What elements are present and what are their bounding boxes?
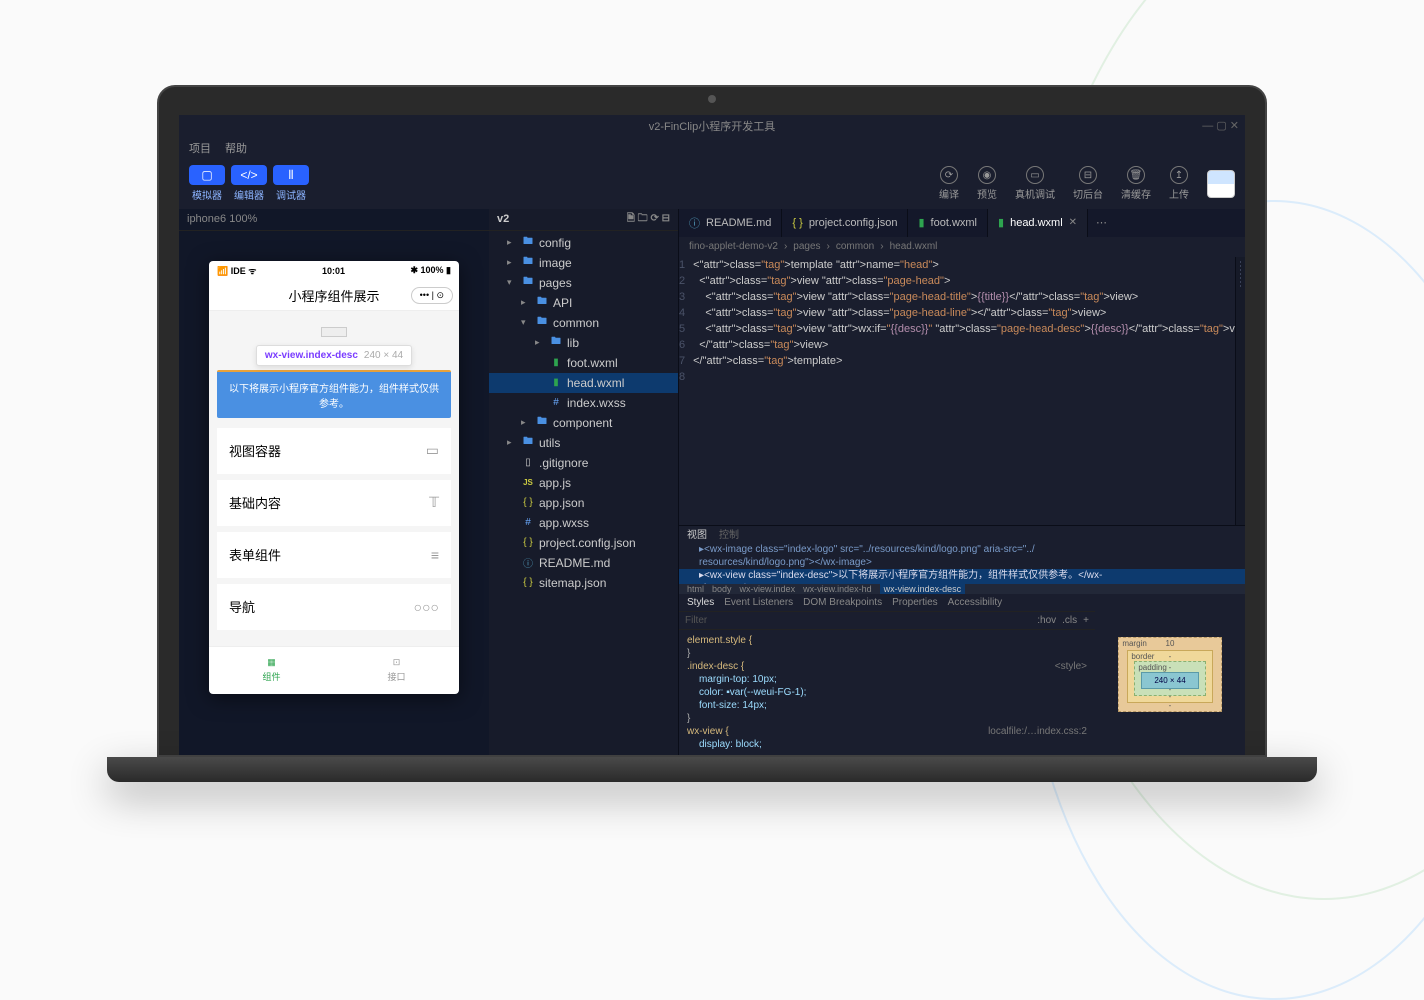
menu-help[interactable]: 帮助 bbox=[225, 140, 247, 156]
dom-breakpoints-tab[interactable]: DOM Breakpoints bbox=[803, 597, 882, 608]
tree-item[interactable]: JSapp.js bbox=[489, 473, 678, 493]
avatar[interactable] bbox=[1207, 170, 1235, 198]
tree-item[interactable]: { }app.json bbox=[489, 493, 678, 513]
toolbar-remote-debug[interactable]: ▭真机调试 bbox=[1015, 166, 1055, 201]
toolbar-editor-btn[interactable]: </>编辑器 bbox=[231, 165, 267, 202]
devtools-tab-console[interactable]: 控制 bbox=[719, 526, 739, 541]
phone-nav-title: 小程序组件展示 bbox=[288, 286, 379, 305]
devtools-panel: 视图 控制 ▸<wx-image class="index-logo" src=… bbox=[679, 525, 1245, 755]
explorer-root: v2 bbox=[497, 213, 509, 225]
tree-item[interactable]: ⓘREADME.md bbox=[489, 553, 678, 573]
menu-item[interactable]: 基础内容𝕋 bbox=[217, 480, 451, 526]
file-explorer: v2 🗎 🗀 ⟳ ⊟ ▸🖿config▸🖿image▾🖿pages▸🖿API▾🖿… bbox=[489, 209, 679, 755]
devtools-tab-view[interactable]: 视图 bbox=[687, 526, 707, 541]
phone-capsule[interactable]: ••• | ⊙ bbox=[411, 287, 453, 304]
simulator-device-label: iphone6 100% bbox=[179, 209, 489, 231]
tabbar-api[interactable]: ⊡接口 bbox=[334, 647, 459, 694]
toolbar-preview[interactable]: ◉预览 bbox=[977, 166, 997, 201]
style-filter-input[interactable]: Filter bbox=[685, 615, 707, 626]
tab-project-config[interactable]: { }project.config.json bbox=[782, 209, 908, 237]
tree-item[interactable]: ▯.gitignore bbox=[489, 453, 678, 473]
tree-item[interactable]: { }project.config.json bbox=[489, 533, 678, 553]
styles-tab[interactable]: Styles bbox=[687, 597, 714, 608]
window-title: v2-FinClip小程序开发工具 bbox=[649, 118, 776, 134]
laptop-mockup: v2-FinClip小程序开发工具 — ▢ ✕ 项目 帮助 ▢模拟器 </>编辑… bbox=[157, 85, 1267, 782]
toolbar: ▢模拟器 </>编辑器 ⫴调试器 ⟳编译 ◉预览 ▭真机调试 ⊟切后台 🗑清缓存… bbox=[179, 159, 1245, 209]
tab-head-wxml[interactable]: ▮head.wxml✕ bbox=[988, 209, 1088, 237]
phone-time: 10:01 bbox=[322, 266, 345, 276]
tree-item[interactable]: ▾🖿common bbox=[489, 313, 678, 333]
menu-item[interactable]: 视图容器▭ bbox=[217, 428, 451, 474]
tree-item[interactable]: #index.wxss bbox=[489, 393, 678, 413]
dom-breadcrumb[interactable]: htmlbodywx-view.indexwx-view.index-hdwx-… bbox=[679, 584, 1245, 594]
simulator-panel: iphone6 100% 📶 IDE ᯤ 10:01 ✱ 100% ▮ 小程序组… bbox=[179, 209, 489, 755]
menu-item[interactable]: 导航○○○ bbox=[217, 584, 451, 630]
tree-item[interactable]: ▸🖿lib bbox=[489, 333, 678, 353]
tree-item[interactable]: ▸🖿component bbox=[489, 413, 678, 433]
tree-item[interactable]: ▾🖿pages bbox=[489, 273, 678, 293]
toolbar-clear-cache[interactable]: 🗑清缓存 bbox=[1121, 166, 1151, 201]
breadcrumb[interactable]: fino-applet-demo-v2 › pages › common › h… bbox=[679, 237, 1245, 257]
inspect-tooltip: wx-view.index-desc240 × 44 bbox=[256, 345, 412, 366]
accessibility-tab[interactable]: Accessibility bbox=[948, 597, 1002, 608]
tree-item[interactable]: ▸🖿utils bbox=[489, 433, 678, 453]
phone-battery: ✱ 100% ▮ bbox=[410, 265, 451, 276]
editor-tabs: ⓘREADME.md { }project.config.json ▮foot.… bbox=[679, 209, 1245, 237]
toolbar-background[interactable]: ⊟切后台 bbox=[1073, 166, 1103, 201]
toolbar-simulator-btn[interactable]: ▢模拟器 bbox=[189, 165, 225, 202]
minimap[interactable] bbox=[1235, 257, 1245, 525]
tree-item[interactable]: { }sitemap.json bbox=[489, 573, 678, 593]
tree-item[interactable]: ▮head.wxml bbox=[489, 373, 678, 393]
css-rules[interactable]: element.style { } .index-desc {<style> m… bbox=[679, 630, 1095, 755]
event-listeners-tab[interactable]: Event Listeners bbox=[724, 597, 793, 608]
menu-item[interactable]: 表单组件≡ bbox=[217, 532, 451, 578]
tree-item[interactable]: #app.wxss bbox=[489, 513, 678, 533]
explorer-actions[interactable]: 🗎 🗀 ⟳ ⊟ bbox=[627, 211, 670, 228]
tab-overflow[interactable]: ⋯ bbox=[1088, 209, 1115, 237]
tabbar-component[interactable]: ▦组件 bbox=[209, 647, 334, 694]
window-controls[interactable]: — ▢ ✕ bbox=[1202, 119, 1239, 132]
toolbar-compile[interactable]: ⟳编译 bbox=[939, 166, 959, 201]
tab-foot-wxml[interactable]: ▮foot.wxml bbox=[908, 209, 988, 237]
menubar: 项目 帮助 bbox=[179, 137, 1245, 159]
logo-placeholder bbox=[321, 327, 347, 337]
phone-mockup: 📶 IDE ᯤ 10:01 ✱ 100% ▮ 小程序组件展示 ••• | ⊙ bbox=[209, 261, 459, 694]
tree-item[interactable]: ▸🖿API bbox=[489, 293, 678, 313]
box-model: margin 10 border - padding - 240 × 4 bbox=[1095, 594, 1245, 755]
tree-item[interactable]: ▸🖿config bbox=[489, 233, 678, 253]
menu-project[interactable]: 项目 bbox=[189, 140, 211, 156]
cls-toggle[interactable]: .cls bbox=[1062, 615, 1077, 626]
add-rule[interactable]: + bbox=[1083, 615, 1089, 626]
toolbar-debugger-btn[interactable]: ⫴调试器 bbox=[273, 165, 309, 202]
titlebar: v2-FinClip小程序开发工具 — ▢ ✕ bbox=[179, 115, 1245, 137]
dom-tree[interactable]: ▸<wx-image class="index-logo" src="../re… bbox=[679, 541, 1245, 584]
tab-readme[interactable]: ⓘREADME.md bbox=[679, 209, 782, 237]
phone-carrier: 📶 IDE ᯤ bbox=[217, 264, 256, 277]
highlighted-desc: 以下将展示小程序官方组件能力，组件样式仅供参考。 bbox=[217, 370, 451, 418]
properties-tab[interactable]: Properties bbox=[892, 597, 938, 608]
ide-window: v2-FinClip小程序开发工具 — ▢ ✕ 项目 帮助 ▢模拟器 </>编辑… bbox=[179, 115, 1245, 755]
tree-item[interactable]: ▸🖿image bbox=[489, 253, 678, 273]
hov-toggle[interactable]: :hov bbox=[1037, 615, 1056, 626]
tree-item[interactable]: ▮foot.wxml bbox=[489, 353, 678, 373]
toolbar-upload[interactable]: ↥上传 bbox=[1169, 166, 1189, 201]
close-icon: ✕ bbox=[1069, 217, 1077, 228]
code-editor[interactable]: 12345678 <"attr">class="tag">template "a… bbox=[679, 257, 1245, 525]
